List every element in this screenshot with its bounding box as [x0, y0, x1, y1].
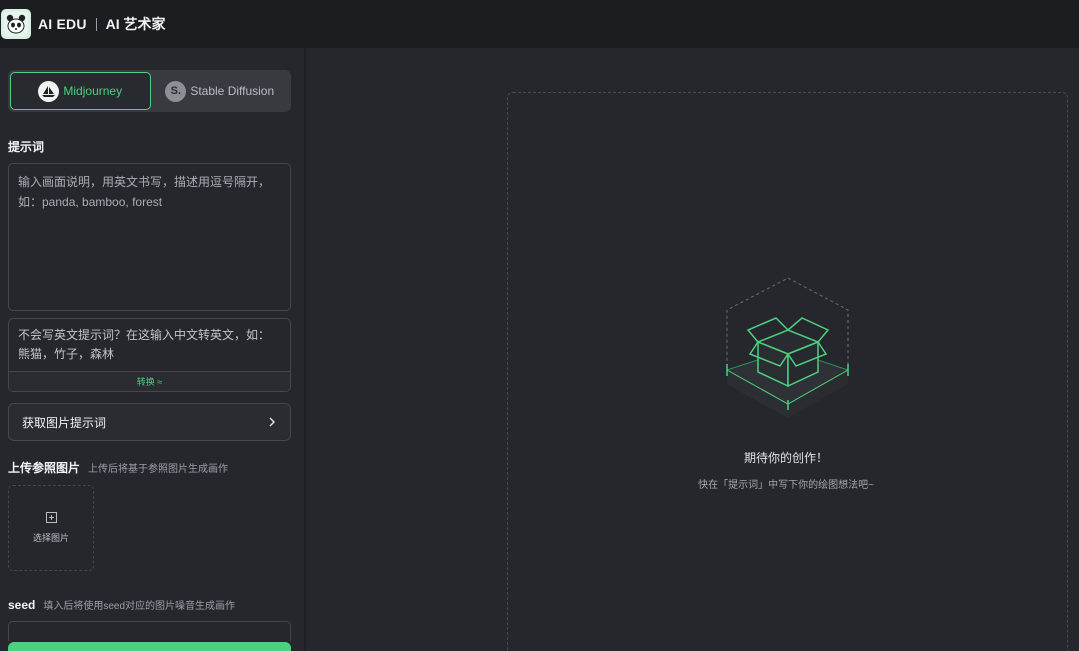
upload-image-button[interactable]: 选择图片 — [8, 485, 94, 571]
fetch-prompt-button[interactable]: 获取图片提示词 — [8, 403, 291, 441]
empty-state-title: 期待你的创作！ — [743, 451, 828, 465]
chevron-right-icon — [269, 417, 275, 427]
empty-state-subtitle: 快在「提示词」中写下你的绘图想法吧~ — [698, 480, 874, 491]
prompt-input[interactable] — [9, 164, 290, 310]
top-bar: AI EDU AI 艺术家 — [0, 0, 1079, 48]
brand-name: AI EDU — [38, 16, 87, 32]
sailboat-icon — [38, 80, 60, 102]
app-title: AI 艺术家 — [105, 16, 166, 32]
seed-input[interactable] — [8, 621, 291, 641]
panda-logo-icon[interactable] — [1, 9, 31, 39]
seed-hint: 填入后将使用seed对应的图片噪音生成画作 — [43, 601, 236, 612]
upload-image-label: 选择图片 — [32, 533, 69, 543]
prompt-field-wrapper — [8, 163, 291, 311]
empty-box-icon — [726, 277, 849, 418]
tab-stable-diffusion-label: Stable Diffusion — [190, 84, 275, 98]
left-panel: Midjourney S. Stable Diffusion 提示词 转换 ≈ … — [0, 48, 305, 651]
translate-button[interactable]: 转换 ≈ — [9, 371, 290, 391]
brand-divider — [95, 17, 97, 31]
fetch-prompt-label: 获取图片提示词 — [22, 415, 107, 430]
tab-stable-diffusion[interactable]: S. Stable Diffusion — [151, 72, 290, 110]
translate-input[interactable] — [9, 319, 290, 372]
tab-midjourney-label: Midjourney — [63, 84, 123, 98]
prompt-label: 提示词 — [8, 140, 45, 154]
engine-switcher: Midjourney S. Stable Diffusion — [8, 70, 291, 112]
image-upload-icon — [45, 512, 57, 523]
s-letter-icon: S. — [165, 80, 187, 102]
panel-divider — [304, 48, 306, 651]
seed-title: seed — [8, 598, 36, 612]
generate-button[interactable] — [8, 642, 291, 651]
seed-label: seed 填入后将使用seed对应的图片噪音生成画作 — [8, 597, 235, 612]
tab-midjourney[interactable]: Midjourney — [10, 72, 151, 110]
translate-field-wrapper: 转换 ≈ — [8, 318, 291, 392]
